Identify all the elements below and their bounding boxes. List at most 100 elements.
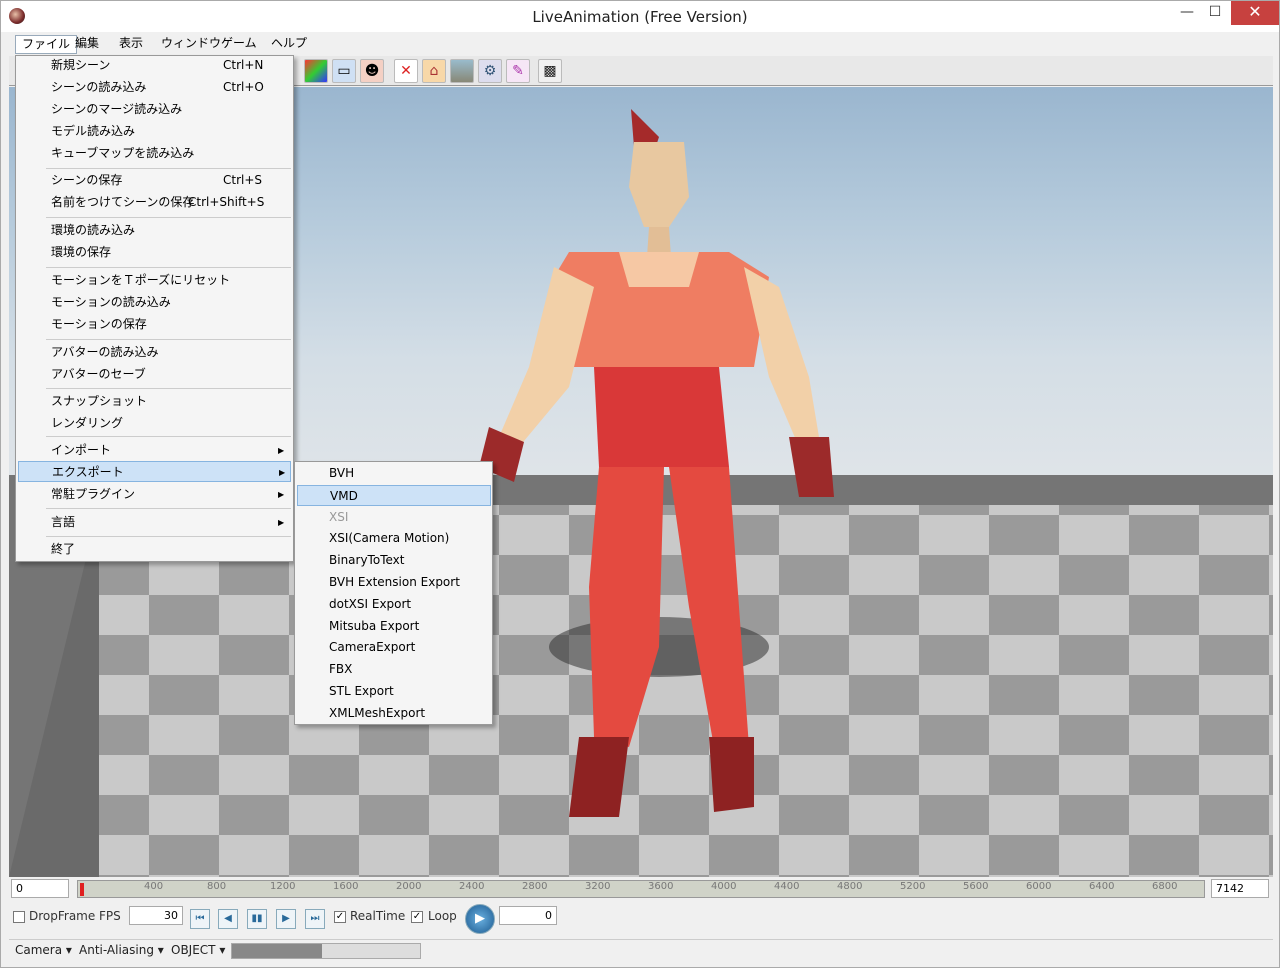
antialiasing-dropdown[interactable]: Anti-Aliasing ▾ [79, 943, 164, 957]
file-menu-item[interactable]: 環境の読み込み [18, 220, 291, 241]
menu-edit[interactable]: 編集 [69, 35, 105, 54]
playhead[interactable] [80, 883, 84, 896]
color-chart-icon[interactable] [304, 59, 328, 83]
file-menu-item[interactable]: アバターの読み込み [18, 342, 291, 363]
menu-item-shortcut: Ctrl+Shift+S [188, 195, 265, 209]
menu-separator [46, 388, 291, 389]
start-frame-field[interactable]: 0 [11, 879, 69, 898]
figure-icon[interactable]: ✕ [394, 59, 418, 83]
file-menu-item[interactable]: エクスポート ▶ [18, 461, 291, 482]
export-menu-item[interactable]: CameraExport [297, 637, 491, 658]
submenu-arrow-icon: ▶ [278, 518, 285, 527]
export-menu-item[interactable]: BVH [297, 463, 491, 484]
timeline-tick-label: 3200 [585, 881, 611, 892]
realtime-checkbox[interactable]: ✓ [334, 911, 346, 923]
tool-icon[interactable]: ⚙ [478, 59, 502, 83]
file-menu-item[interactable]: シーンの読み込み Ctrl+O [18, 77, 291, 98]
object-label: OBJECT [171, 943, 216, 957]
export-menu-item[interactable]: BVH Extension Export [297, 572, 491, 593]
submenu-arrow-icon: ▶ [278, 446, 285, 455]
file-menu-item[interactable]: モーションをＴポーズにリセット [18, 270, 291, 291]
next-frame-button[interactable]: ▶ [276, 909, 296, 929]
timeline-ruler[interactable]: 400 800 1200 1600 2000 2400 2800 3200 3600 4000 44… [77, 880, 1205, 898]
timeline-tick-label: 4800 [837, 881, 863, 892]
timeline-tick-label: 1600 [333, 881, 359, 892]
close-icon[interactable]: ✕ [1231, 1, 1279, 25]
export-menu-item[interactable]: Mitsuba Export [297, 616, 491, 637]
file-menu-item[interactable]: レンダリング [18, 413, 291, 434]
menu-item-label: 環境の保存 [51, 245, 112, 259]
menu-item-label: シーンの保存 [51, 173, 123, 187]
menu-separator [46, 536, 291, 537]
file-menu-item[interactable]: 言語 ▶ [18, 512, 291, 533]
camera-dropdown[interactable]: Camera ▾ [15, 943, 72, 957]
menu-item-label: キューブマップを読み込み [51, 146, 195, 160]
first-frame-button[interactable]: ⏮ [190, 909, 210, 929]
file-menu-item[interactable]: 終了 [18, 539, 291, 560]
menu-item-label: 新規シーン [51, 58, 111, 72]
maximize-icon[interactable]: ☐ [1201, 1, 1229, 25]
export-item-label: FBX [329, 662, 353, 677]
file-menu-item[interactable]: モーションの読み込み [18, 292, 291, 313]
export-item-label: BinaryToText [329, 553, 405, 568]
prev-frame-button[interactable]: ◀ [218, 909, 238, 929]
pause-button[interactable]: ▮▮ [247, 909, 267, 929]
timeline-tick-label: 4000 [711, 881, 737, 892]
file-menu-item[interactable]: 常駐プラグイン ▶ [18, 484, 291, 505]
menu-separator [46, 339, 291, 340]
menu-item-label: インポート [51, 443, 112, 457]
file-menu-item[interactable]: アバターのセーブ [18, 364, 291, 385]
landscape-icon[interactable] [450, 59, 474, 83]
menu-view[interactable]: 表示 [113, 35, 149, 54]
export-menu-item[interactable]: VMD [297, 484, 491, 506]
current-frame-field[interactable]: 0 [499, 906, 557, 925]
menu-file[interactable]: ファイル [15, 35, 78, 54]
menu-item-label: 名前をつけてシーンの保存 [51, 195, 195, 209]
house-icon[interactable]: ⌂ [422, 59, 446, 83]
play-button[interactable]: ▶ [465, 904, 495, 934]
fps-input[interactable]: 30 [129, 906, 183, 925]
camera-icon[interactable]: ▩ [538, 59, 562, 83]
last-frame-button[interactable]: ⏭ [305, 909, 325, 929]
end-frame-field[interactable]: 7142 [1211, 879, 1269, 898]
timeline-tick-label: 1200 [270, 881, 296, 892]
file-menu-item[interactable]: キューブマップを読み込み [18, 143, 291, 164]
file-menu-item[interactable]: スナップショット [18, 391, 291, 412]
file-menu-item[interactable]: モデル読み込み [18, 121, 291, 142]
export-item-label: BVH Extension Export [329, 575, 460, 589]
export-menu-item[interactable]: XMLMeshExport [297, 703, 491, 724]
timeline-bar: 0 400 800 1200 1600 2000 2400 2800 3200 3600 4000… [9, 877, 1273, 901]
timeline-tick-label: 2000 [396, 881, 422, 892]
dropframe-checkbox[interactable] [13, 911, 25, 923]
menu-game[interactable]: ゲーム [215, 35, 263, 54]
file-menu-item[interactable]: シーンの保存 Ctrl+S [18, 170, 291, 191]
brush-icon[interactable]: ✎ [506, 59, 530, 83]
export-menu-item[interactable]: STL Export [297, 681, 491, 702]
export-menu-item[interactable]: FBX [297, 659, 491, 680]
export-menu-item[interactable]: dotXSI Export [297, 594, 491, 615]
menu-item-shortcut: Ctrl+O [223, 80, 264, 94]
minimize-icon[interactable]: — [1173, 1, 1201, 25]
file-menu-item[interactable]: 名前をつけてシーンの保存 Ctrl+Shift+S [18, 192, 291, 213]
export-menu-item[interactable]: BinaryToText [297, 550, 491, 571]
export-menu-item[interactable]: XSI [297, 507, 491, 528]
file-menu-item[interactable]: 新規シーン Ctrl+N [18, 55, 291, 76]
camera-label: Camera [15, 943, 63, 957]
export-item-label: XSI [329, 509, 349, 524]
loop-checkbox[interactable]: ✓ [411, 911, 423, 923]
object-dropdown[interactable]: OBJECT ▾ [171, 943, 225, 957]
window-icon[interactable]: ▭ [332, 59, 356, 83]
file-menu-item[interactable]: シーンのマージ読み込み [18, 99, 291, 120]
menu-help[interactable]: ヘルプ [265, 35, 313, 54]
menu-item-label: スナップショット [51, 394, 148, 408]
menu-item-label: エクスポート [52, 465, 124, 479]
export-menu-item[interactable]: XSI(Camera Motion) [297, 528, 491, 549]
title-bar: LiveAnimation (Free Version) — ☐ ✕ [1, 1, 1279, 32]
timeline-tick-label: 5200 [900, 881, 926, 892]
avatar-icon[interactable]: ☻ [360, 59, 384, 83]
file-menu-item[interactable]: インポート ▶ [18, 440, 291, 461]
menu-separator [46, 267, 291, 268]
file-menu-dropdown: 新規シーン Ctrl+N シーンの読み込み Ctrl+O シーンのマージ読み込み モデル読… [15, 55, 294, 562]
file-menu-item[interactable]: モーションの保存 [18, 314, 291, 335]
file-menu-item[interactable]: 環境の保存 [18, 242, 291, 263]
